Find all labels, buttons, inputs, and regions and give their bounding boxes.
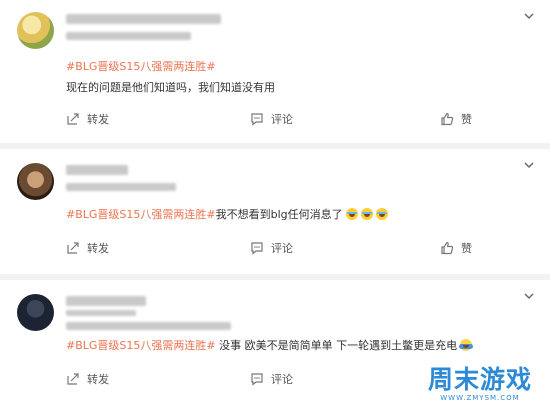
blurred-username: [66, 296, 146, 306]
repost-icon: [67, 242, 79, 254]
blurred-meta: [66, 183, 176, 191]
comment-icon: [251, 373, 263, 386]
chevron-down-icon[interactable]: [523, 159, 535, 171]
comment-icon: [251, 242, 263, 255]
sweating-face-emoji: [459, 339, 474, 351]
chevron-down-icon[interactable]: [523, 290, 535, 302]
thumbs-up-icon: [441, 241, 454, 255]
thumbs-up-icon: [441, 112, 454, 126]
comment-text-line: #BLG晋级S15八强需两连胜#我不想看到blg任何消息了: [66, 206, 388, 223]
site-watermark: 周末游戏 WWW.ZMYSM.COM: [428, 366, 532, 406]
blurred-username: [66, 14, 221, 24]
blurred-meta: [66, 322, 231, 330]
repost-icon: [67, 373, 79, 385]
watermark-brand: 周末游戏: [427, 365, 532, 394]
crying-face-emoji: [360, 208, 373, 220]
repost-label: 转发: [87, 113, 109, 126]
blurred-meta: [66, 32, 191, 40]
avatar[interactable]: [17, 294, 54, 331]
avatar[interactable]: [17, 12, 54, 49]
like-button[interactable]: 赞: [440, 238, 472, 258]
comment-card: #BLG晋级S15八强需两连胜# 现在的问题是他们知道吗，我们知道没有用 转发 …: [0, 0, 550, 143]
comment-icon: [251, 113, 263, 126]
repost-button[interactable]: 转发: [66, 238, 109, 258]
avatar[interactable]: [17, 163, 54, 200]
watermark-url: WWW.ZMYSM.COM: [440, 394, 520, 402]
comment-label: 评论: [271, 242, 293, 255]
crying-face-emoji: [375, 208, 388, 220]
comment-text: 现在的问题是他们知道吗，我们知道没有用: [66, 81, 275, 94]
like-button[interactable]: 赞: [440, 109, 472, 129]
repost-label: 转发: [87, 242, 109, 255]
blurred-badge: [66, 310, 136, 316]
repost-button[interactable]: 转发: [66, 369, 109, 389]
comment-label: 评论: [271, 373, 293, 386]
repost-icon: [67, 113, 79, 125]
like-label: 赞: [461, 113, 472, 126]
action-bar: 转发 评论 赞: [0, 238, 550, 258]
crying-face-emoji: [345, 208, 358, 220]
comment-button[interactable]: 评论: [250, 238, 293, 258]
repost-button[interactable]: 转发: [66, 109, 109, 129]
comment-card: #BLG晋级S15八强需两连胜# 没事 欧美不是简简单单 下一轮遇到土鳖更是充电…: [0, 280, 550, 418]
blurred-username: [66, 165, 128, 175]
like-label: 赞: [461, 242, 472, 255]
repost-label: 转发: [87, 373, 109, 386]
comment-label: 评论: [271, 113, 293, 126]
comment-button[interactable]: 评论: [250, 109, 293, 129]
hashtag-link[interactable]: #BLG晋级S15八强需两连胜#: [66, 60, 216, 73]
chevron-down-icon[interactable]: [523, 10, 535, 22]
hashtag-link[interactable]: #BLG晋级S15八强需两连胜#: [66, 339, 216, 352]
hashtag-link[interactable]: #BLG晋级S15八强需两连胜#: [66, 208, 216, 221]
action-bar: 转发 评论 赞: [0, 109, 550, 129]
comment-hashtag-line: #BLG晋级S15八强需两连胜#: [66, 58, 216, 75]
comment-text-line: #BLG晋级S15八强需两连胜# 没事 欧美不是简简单单 下一轮遇到土鳖更是充电: [66, 337, 474, 354]
comment-text: 没事 欧美不是简简单单 下一轮遇到土鳖更是充电: [215, 339, 458, 352]
comment-card: #BLG晋级S15八强需两连胜#我不想看到blg任何消息了 转发 评论 赞: [0, 149, 550, 274]
comment-text: 我不想看到blg任何消息了: [215, 208, 343, 221]
comment-button[interactable]: 评论: [250, 369, 293, 389]
